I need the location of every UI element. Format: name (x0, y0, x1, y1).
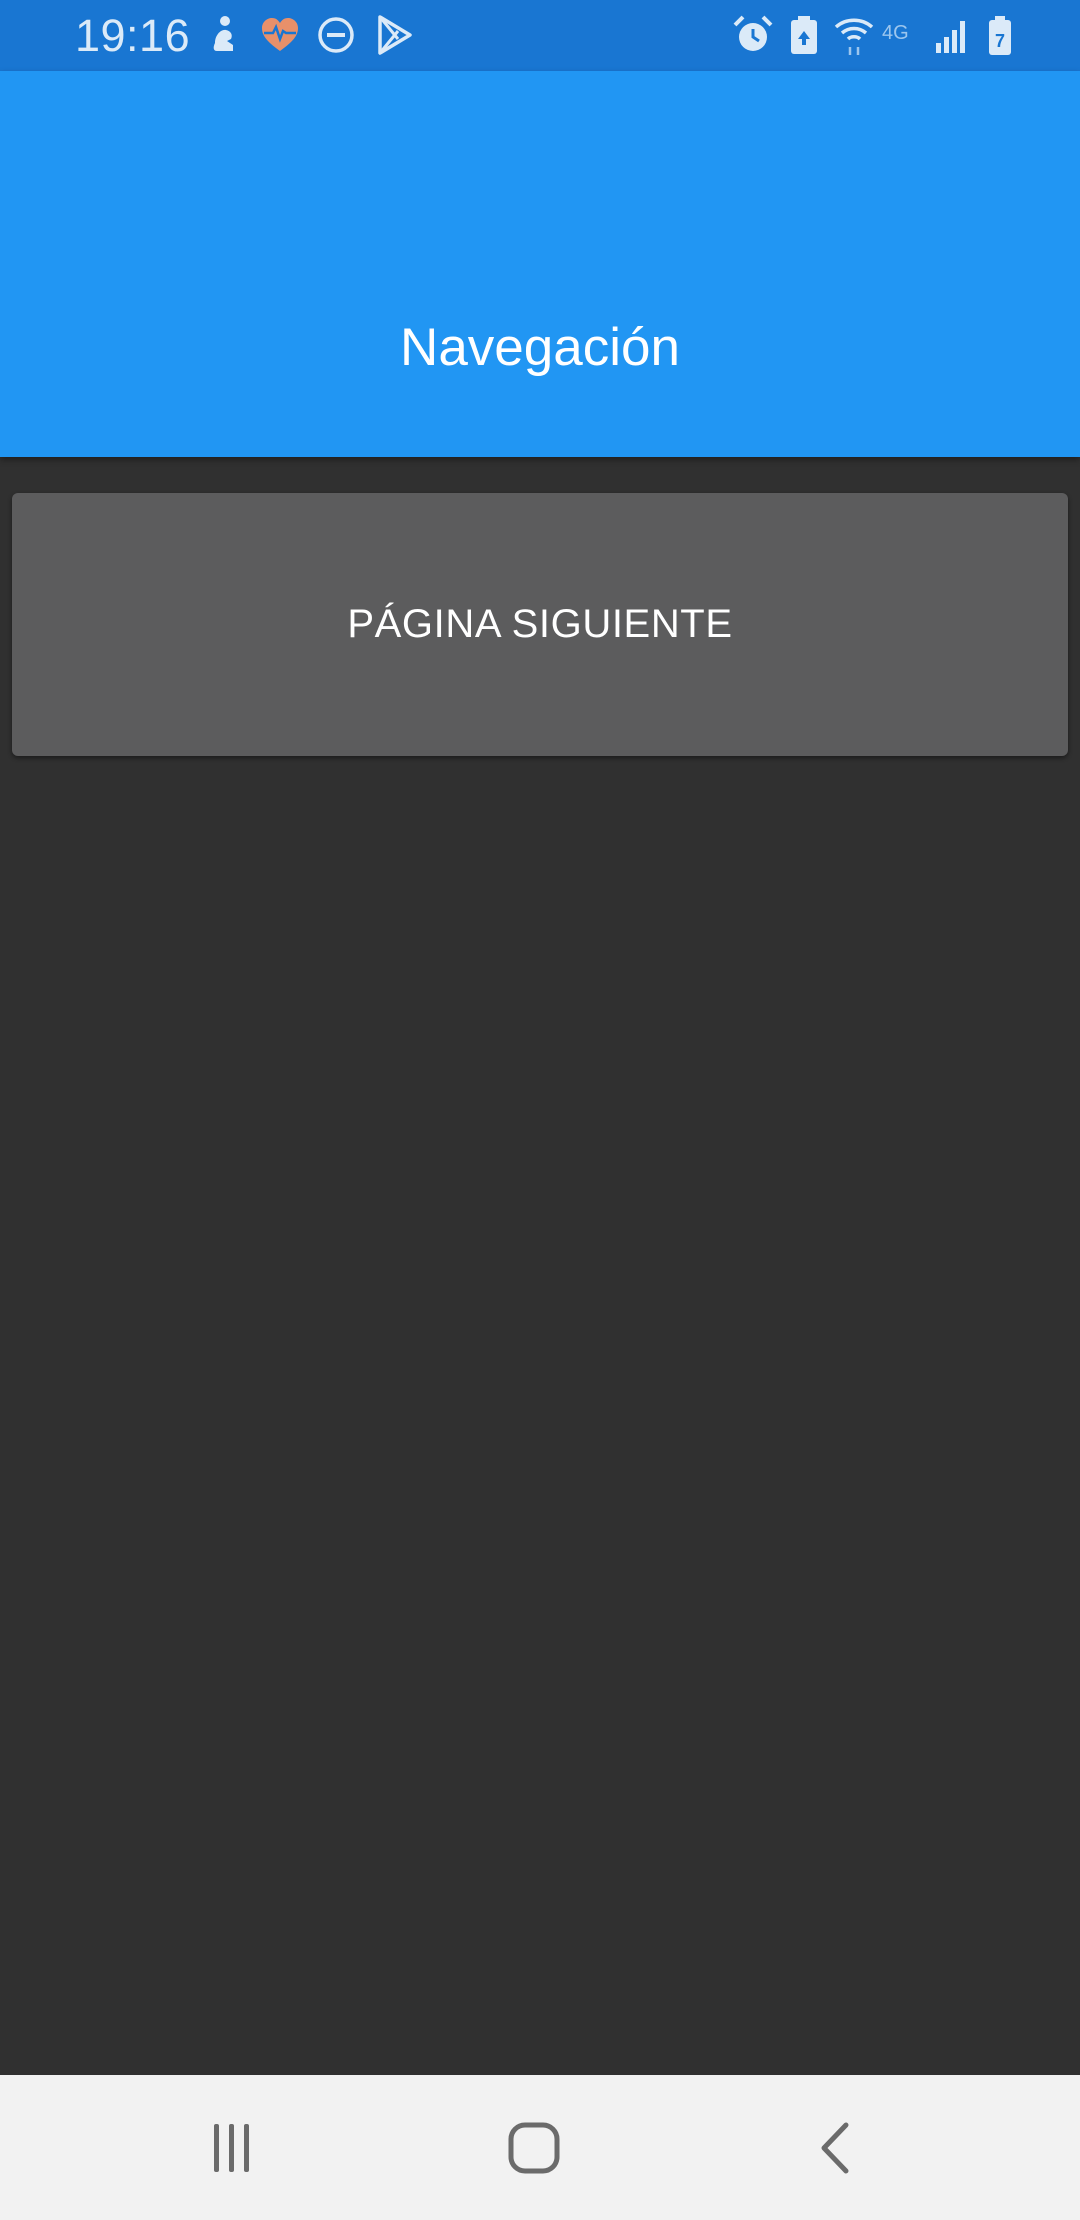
accessibility-icon (203, 13, 247, 57)
system-nav-bar (0, 2075, 1080, 2220)
signal-icon (930, 13, 974, 57)
do-not-disturb-icon (314, 13, 358, 57)
battery-saver-icon (782, 13, 826, 57)
network-4g-icon: 4G (880, 13, 928, 57)
recent-apps-icon (208, 2122, 256, 2174)
status-bar: 19:16 4G 7 (0, 0, 1080, 71)
page-title: Navegación (400, 318, 680, 377)
svg-text:7: 7 (995, 31, 1005, 51)
app-bar: Navegación (0, 71, 1080, 457)
recent-apps-button[interactable] (132, 2075, 332, 2220)
health-heart-icon (258, 13, 302, 57)
next-page-button-label: PÁGINA SIGUIENTE (347, 602, 733, 646)
svg-text:4G: 4G (882, 22, 909, 44)
play-store-icon (372, 13, 416, 57)
wifi-icon (832, 13, 876, 57)
back-icon (816, 2121, 856, 2175)
home-icon (507, 2121, 561, 2175)
status-time: 19:16 (75, 10, 191, 61)
home-button[interactable] (434, 2075, 634, 2220)
alarm-icon (731, 13, 775, 57)
back-button[interactable] (736, 2075, 936, 2220)
battery-icon: 7 (978, 13, 1022, 57)
next-page-button[interactable]: PÁGINA SIGUIENTE (12, 493, 1068, 756)
